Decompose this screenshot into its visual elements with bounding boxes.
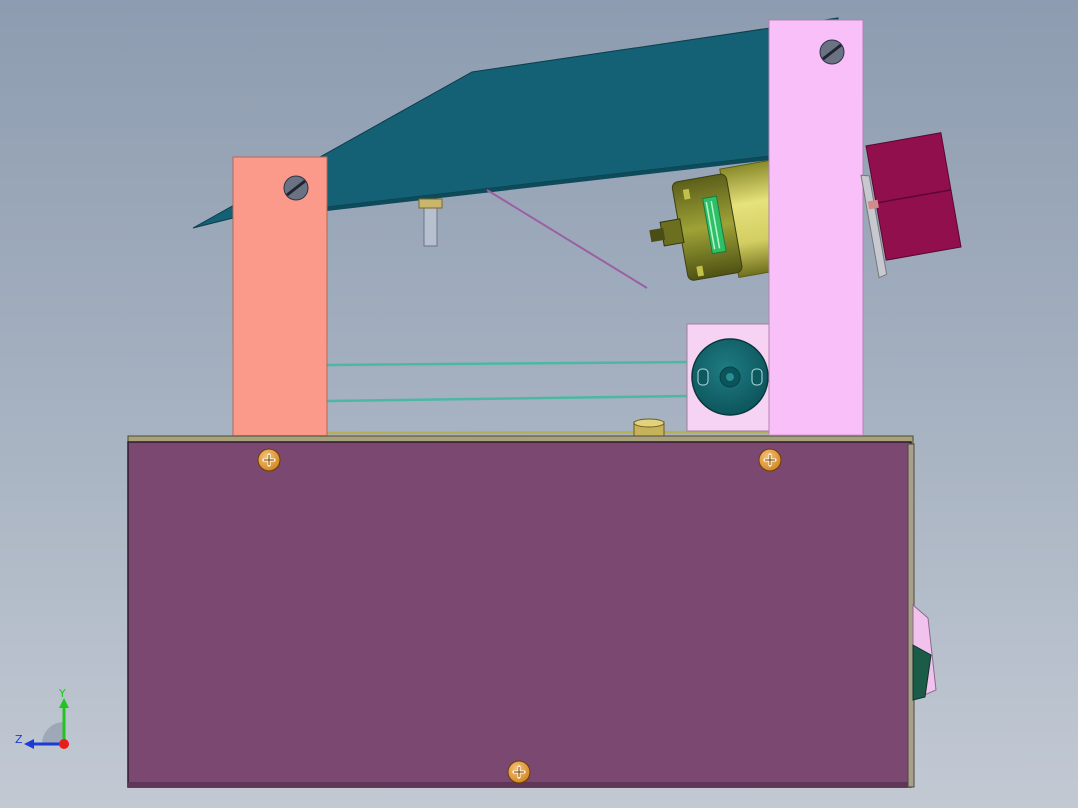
slotted-screw [819, 39, 845, 65]
orientation-triad[interactable]: Y Z [10, 686, 80, 756]
right-bracket[interactable] [768, 19, 864, 441]
diagonal-rod [486, 189, 648, 289]
cad-viewport[interactable]: Y Z [0, 0, 1078, 808]
motor[interactable] [641, 159, 789, 291]
phillips-screw [758, 448, 782, 472]
side-switch[interactable] [912, 603, 937, 701]
pulley-block[interactable] [686, 323, 771, 432]
plate-stud [418, 198, 443, 247]
slotted-screw [283, 175, 309, 201]
x-axis-dot [59, 739, 69, 749]
base-box[interactable] [127, 435, 915, 788]
cad-model-scene[interactable] [0, 0, 1078, 808]
y-axis-label: Y [58, 687, 66, 700]
z-axis-label: Z [15, 733, 23, 746]
phillips-screw [257, 448, 281, 472]
left-bracket[interactable] [232, 156, 328, 442]
fan[interactable] [856, 132, 964, 279]
phillips-screw [507, 760, 531, 784]
